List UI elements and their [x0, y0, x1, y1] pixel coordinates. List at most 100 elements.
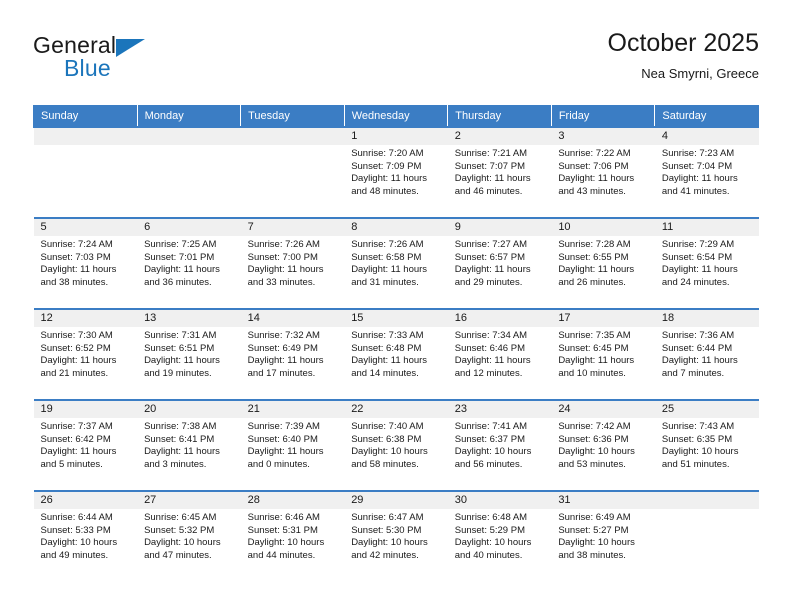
calendar-day-cell[interactable]: 26 Sunrise: 6:44 AM Sunset: 5:33 PM Dayligh…: [33, 490, 138, 581]
day-detail-line: Daylight: 11 hours: [144, 446, 220, 458]
calendar-day-cell[interactable]: 12 Sunrise: 7:30 AM Sunset: 6:52 PM Dayligh…: [33, 308, 138, 400]
calendar-day-cell[interactable]: 16 Sunrise: 7:34 AM Sunset: 6:46 PM Dayligh…: [447, 308, 552, 400]
calendar-day-cell[interactable]: 25 Sunrise: 7:43 AM Sunset: 6:35 PM Dayligh…: [654, 399, 759, 491]
day-number: 7: [240, 219, 345, 236]
calendar-day-cell[interactable]: 18 Sunrise: 7:36 AM Sunset: 6:44 PM Dayligh…: [654, 308, 759, 400]
calendar-day-cell[interactable]: 14 Sunrise: 7:32 AM Sunset: 6:49 PM Dayligh…: [240, 308, 345, 400]
day-detail-line: and 44 minutes.: [247, 549, 316, 561]
calendar-day-cell[interactable]: 27 Sunrise: 6:45 AM Sunset: 5:32 PM Dayligh…: [137, 490, 241, 581]
day-cell-content: 26 Sunrise: 6:44 AM Sunset: 5:33 PM Dayligh…: [33, 492, 138, 581]
day-detail-line: Daylight: 10 hours: [40, 537, 118, 549]
day-detail-line: Daylight: 11 hours: [247, 264, 324, 276]
day-detail-line: and 53 minutes.: [558, 458, 626, 470]
day-number: 2: [447, 128, 552, 145]
day-number: 22: [344, 401, 448, 418]
day-detail-line: Sunset: 6:37 PM: [454, 433, 525, 445]
day-details: Sunrise: 7:25 AM Sunset: 7:01 PM Daylight:…: [137, 236, 241, 289]
day-details: Sunrise: 7:21 AM Sunset: 7:07 PM Daylight:…: [448, 145, 552, 198]
day-detail-line: Sunset: 7:07 PM: [454, 160, 525, 172]
calendar-day-cell[interactable]: 10 Sunrise: 7:28 AM Sunset: 6:55 PM Dayligh…: [551, 217, 655, 309]
day-detail-line: Daylight: 11 hours: [558, 173, 635, 185]
calendar-day-cell[interactable]: 20 Sunrise: 7:38 AM Sunset: 6:41 PM Dayligh…: [137, 399, 241, 491]
day-detail-line: Daylight: 11 hours: [558, 355, 635, 367]
day-detail-line: and 0 minutes.: [247, 458, 310, 470]
day-detail-line: Sunset: 6:35 PM: [661, 433, 733, 445]
day-number: 12: [33, 310, 138, 327]
calendar-day-cell[interactable]: 31 Sunrise: 6:49 AM Sunset: 5:27 PM Dayligh…: [551, 490, 655, 581]
day-details: Sunrise: 7:26 AM Sunset: 7:00 PM Daylight:…: [241, 236, 345, 289]
day-detail-line: Sunset: 6:52 PM: [40, 342, 111, 354]
day-detail-line: Sunrise: 7:29 AM: [661, 239, 735, 250]
day-detail-line: Daylight: 11 hours: [144, 264, 220, 276]
calendar-day-cell[interactable]: 22 Sunrise: 7:40 AM Sunset: 6:38 PM Dayligh…: [344, 399, 448, 491]
calendar-day-cell[interactable]: 23 Sunrise: 7:41 AM Sunset: 6:37 PM Dayligh…: [447, 399, 552, 491]
day-detail-line: Sunset: 6:40 PM: [247, 433, 318, 445]
calendar-day-cell[interactable]: 1 Sunrise: 7:20 AM Sunset: 7:09 PM Daylight…: [344, 126, 448, 218]
calendar-day-cell[interactable]: 2 Sunrise: 7:21 AM Sunset: 7:07 PM Daylight…: [447, 126, 552, 218]
day-cell-content: 19 Sunrise: 7:37 AM Sunset: 6:42 PM Dayligh…: [33, 401, 138, 490]
day-details: Sunrise: 6:44 AM Sunset: 5:33 PM Daylight:…: [34, 509, 138, 562]
calendar-day-cell[interactable]: 3 Sunrise: 7:22 AM Sunset: 7:06 PM Daylight…: [551, 126, 655, 218]
calendar-week-row: 19 Sunrise: 7:37 AM Sunset: 6:42 PM Dayligh…: [33, 399, 759, 491]
day-detail-line: Daylight: 11 hours: [454, 355, 531, 367]
day-detail-line: and 56 minutes.: [454, 458, 523, 470]
calendar-day-cell[interactable]: 11 Sunrise: 7:29 AM Sunset: 6:54 PM Dayligh…: [654, 217, 759, 309]
day-detail-line: Sunrise: 7:25 AM: [144, 239, 217, 250]
day-detail-line: Sunset: 6:46 PM: [454, 342, 525, 354]
day-detail-line: Sunrise: 6:47 AM: [351, 512, 424, 523]
day-cell-content: 3 Sunrise: 7:22 AM Sunset: 7:06 PM Daylight…: [551, 128, 655, 217]
day-detail-line: Daylight: 11 hours: [144, 355, 220, 367]
day-detail-line: Daylight: 10 hours: [247, 537, 325, 549]
calendar-day-cell[interactable]: 4 Sunrise: 7:23 AM Sunset: 7:04 PM Daylight…: [654, 126, 759, 218]
calendar-day-cell[interactable]: 15 Sunrise: 7:33 AM Sunset: 6:48 PM Dayligh…: [344, 308, 448, 400]
day-details: Sunrise: 7:39 AM Sunset: 6:40 PM Daylight:…: [241, 418, 345, 471]
day-details: Sunrise: 7:31 AM Sunset: 6:51 PM Daylight:…: [137, 327, 241, 380]
day-details: Sunrise: 7:28 AM Sunset: 6:55 PM Daylight:…: [551, 236, 655, 289]
day-cell-content: 17 Sunrise: 7:35 AM Sunset: 6:45 PM Dayligh…: [551, 310, 655, 399]
day-cell-content: 24 Sunrise: 7:42 AM Sunset: 6:36 PM Dayligh…: [551, 401, 655, 490]
day-cell-content: 1 Sunrise: 7:20 AM Sunset: 7:09 PM Daylight…: [344, 128, 448, 217]
day-detail-line: and 10 minutes.: [558, 367, 626, 379]
day-detail-line: and 43 minutes.: [558, 185, 626, 197]
brand-logo[interactable]: General Blue: [33, 32, 273, 88]
calendar-day-cell[interactable]: 9 Sunrise: 7:27 AM Sunset: 6:57 PM Daylight…: [447, 217, 552, 309]
calendar-day-cell[interactable]: 7 Sunrise: 7:26 AM Sunset: 7:00 PM Daylight…: [240, 217, 345, 309]
day-number: 24: [551, 401, 655, 418]
day-details: Sunrise: 7:40 AM Sunset: 6:38 PM Daylight:…: [344, 418, 448, 471]
calendar-day-cell[interactable]: 17 Sunrise: 7:35 AM Sunset: 6:45 PM Dayligh…: [551, 308, 655, 400]
day-detail-line: and 42 minutes.: [351, 549, 419, 561]
calendar-day-cell[interactable]: 5 Sunrise: 7:24 AM Sunset: 7:03 PM Daylight…: [33, 217, 138, 309]
day-cell-content: 30 Sunrise: 6:48 AM Sunset: 5:29 PM Dayligh…: [447, 492, 552, 581]
calendar-day-cell[interactable]: 29 Sunrise: 6:47 AM Sunset: 5:30 PM Dayligh…: [344, 490, 448, 581]
day-detail-line: Daylight: 10 hours: [144, 537, 221, 549]
day-number: 19: [33, 401, 138, 418]
day-number: 29: [344, 492, 448, 509]
day-detail-line: Sunrise: 7:38 AM: [144, 421, 217, 432]
day-cell-content: 16 Sunrise: 7:34 AM Sunset: 6:46 PM Dayligh…: [447, 310, 552, 399]
day-detail-line: Sunset: 6:36 PM: [558, 433, 629, 445]
calendar-day-cell[interactable]: 30 Sunrise: 6:48 AM Sunset: 5:29 PM Dayligh…: [447, 490, 552, 581]
calendar-empty-cell: [654, 490, 759, 581]
calendar-day-cell[interactable]: 8 Sunrise: 7:26 AM Sunset: 6:58 PM Daylight…: [344, 217, 448, 309]
day-detail-line: Daylight: 10 hours: [351, 446, 428, 458]
calendar-day-cell[interactable]: 21 Sunrise: 7:39 AM Sunset: 6:40 PM Dayligh…: [240, 399, 345, 491]
day-detail-line: Sunrise: 7:30 AM: [40, 330, 113, 341]
calendar-day-cell[interactable]: 28 Sunrise: 6:46 AM Sunset: 5:31 PM Dayligh…: [240, 490, 345, 581]
day-details: Sunrise: 6:47 AM Sunset: 5:30 PM Daylight:…: [344, 509, 448, 562]
day-detail-line: Daylight: 11 hours: [40, 264, 117, 276]
day-details: Sunrise: 6:48 AM Sunset: 5:29 PM Daylight:…: [448, 509, 552, 562]
day-detail-line: and 24 minutes.: [661, 276, 730, 288]
day-detail-line: Sunset: 5:31 PM: [247, 524, 318, 536]
day-cell-content: 23 Sunrise: 7:41 AM Sunset: 6:37 PM Dayligh…: [447, 401, 552, 490]
calendar-day-cell[interactable]: 24 Sunrise: 7:42 AM Sunset: 6:36 PM Dayligh…: [551, 399, 655, 491]
day-detail-line: and 14 minutes.: [351, 367, 419, 379]
calendar-day-cell[interactable]: 6 Sunrise: 7:25 AM Sunset: 7:01 PM Daylight…: [137, 217, 241, 309]
day-detail-line: Daylight: 11 hours: [661, 355, 738, 367]
day-cell-content: 12 Sunrise: 7:30 AM Sunset: 6:52 PM Dayligh…: [33, 310, 138, 399]
calendar-day-cell[interactable]: 19 Sunrise: 7:37 AM Sunset: 6:42 PM Dayligh…: [33, 399, 138, 491]
day-detail-line: Daylight: 11 hours: [40, 446, 117, 458]
day-detail-line: and 7 minutes.: [661, 367, 725, 379]
day-detail-line: Sunrise: 7:37 AM: [40, 421, 113, 432]
calendar-day-cell[interactable]: 13 Sunrise: 7:31 AM Sunset: 6:51 PM Dayligh…: [137, 308, 241, 400]
day-cell-content: 7 Sunrise: 7:26 AM Sunset: 7:00 PM Daylight…: [240, 219, 345, 308]
